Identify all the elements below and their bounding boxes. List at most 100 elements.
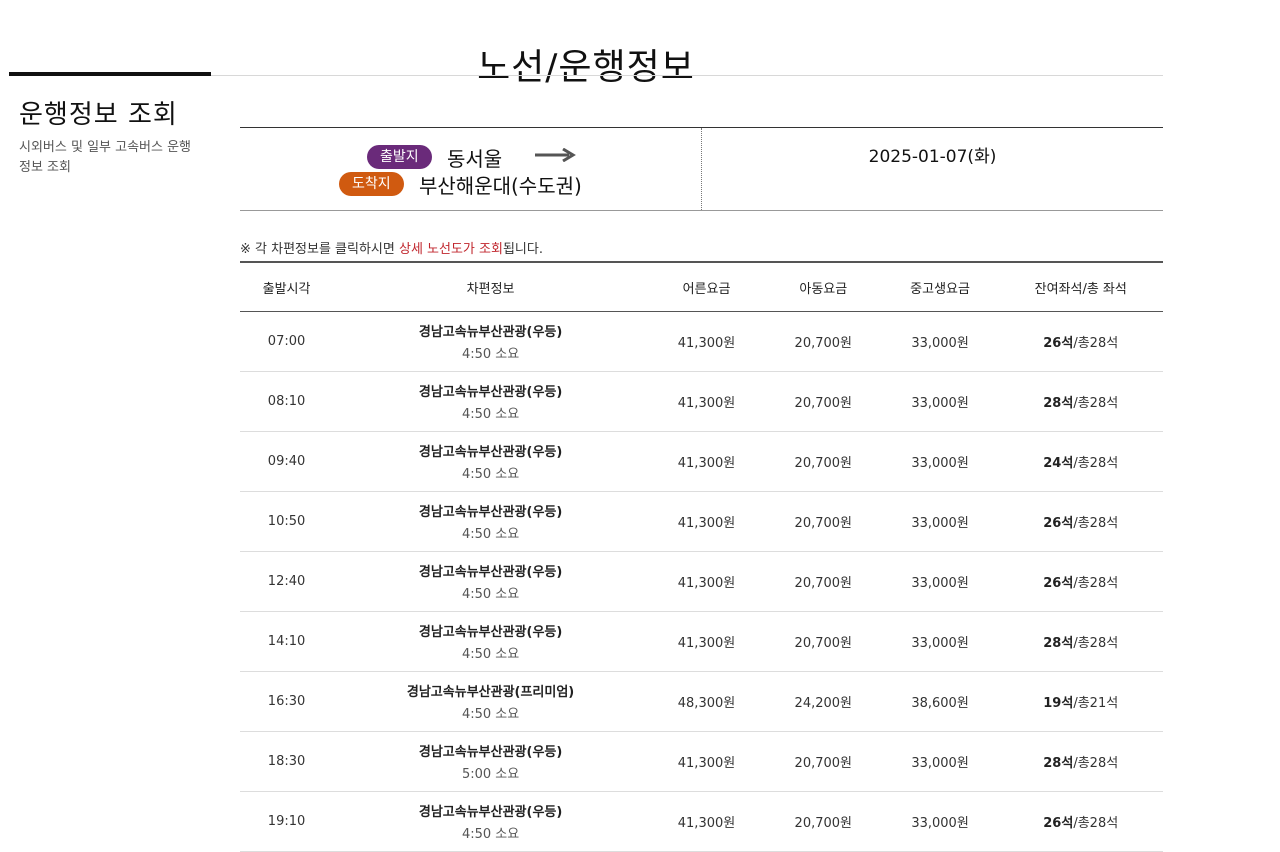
child-fare: 20,700원: [764, 371, 882, 432]
seats-cell: 19석/총21석: [998, 671, 1163, 732]
bus-info-cell[interactable]: 경남고속뉴부산관광(우등) 4:50 소요: [333, 551, 649, 612]
header-bus-info: 차편정보: [333, 261, 649, 312]
arrival-badge: 도착지: [339, 172, 404, 196]
bus-name[interactable]: 경남고속뉴부산관광(우등): [334, 501, 647, 520]
notice-suffix: 됩니다.: [502, 242, 543, 257]
seats-total: /총28석: [1073, 816, 1119, 831]
table-row[interactable]: 12:40 경남고속뉴부산관광(우등) 4:50 소요 41,300원 20,700원 3…: [240, 551, 1163, 612]
child-fare: 20,700원: [764, 791, 882, 852]
bus-name[interactable]: 경남고속뉴부산관광(우등): [334, 321, 647, 340]
seats-total: /총28석: [1073, 336, 1119, 351]
bus-info-cell[interactable]: 경남고속뉴부산관광(우등) 4:50 소요: [333, 311, 649, 372]
child-fare: 20,700원: [764, 731, 882, 792]
table-row[interactable]: 08:10 경남고속뉴부산관광(우등) 4:50 소요 41,300원 20,700원 3…: [240, 371, 1163, 432]
route-places: 출발지 동서울 도착지 부산해운대(수도권): [240, 128, 702, 210]
bus-info-cell[interactable]: 경남고속뉴부산관광(우등) 4:50 소요: [333, 611, 649, 672]
table-row[interactable]: 19:10 경남고속뉴부산관광(우등) 4:50 소요 41,300원 20,700원 3…: [240, 791, 1163, 852]
page-title: 노선/운행정보: [477, 47, 695, 89]
bus-info-cell[interactable]: 경남고속뉴부산관광(우등) 4:50 소요: [333, 791, 649, 852]
bus-duration: 4:50 소요: [461, 587, 520, 602]
teen-fare: 33,000원: [881, 791, 999, 852]
bus-info-cell[interactable]: 경남고속뉴부산관광(우등) 4:50 소요: [333, 371, 649, 432]
departure-time: 18:30: [240, 731, 334, 792]
teen-fare: 33,000원: [881, 551, 999, 612]
teen-fare: 33,000원: [881, 371, 999, 432]
departure-time: 07:00: [240, 311, 334, 372]
seats-cell: 28석/총28석: [998, 371, 1163, 432]
teen-fare: 33,000원: [881, 431, 999, 492]
adult-fare: 41,300원: [648, 371, 765, 432]
bus-name[interactable]: 경남고속뉴부산관광(우등): [334, 381, 647, 400]
table-row[interactable]: 09:40 경남고속뉴부산관광(우등) 4:50 소요 41,300원 20,700원 3…: [240, 431, 1163, 492]
bus-duration: 4:50 소요: [461, 467, 520, 482]
seats-total: /총21석: [1073, 696, 1119, 711]
notice-highlight: 상세 노선도가 조회: [398, 242, 503, 257]
seats-remaining: 28석: [1043, 636, 1074, 651]
adult-fare: 41,300원: [648, 491, 765, 552]
bus-info-cell[interactable]: 경남고속뉴부산관광(우등) 4:50 소요: [333, 491, 649, 552]
adult-fare: 41,300원: [648, 731, 765, 792]
teen-fare: 33,000원: [881, 731, 999, 792]
departure-time: 19:10: [240, 791, 334, 852]
timetable-header-row: 출발시각 차편정보 어른요금 아동요금 중고생요금 잔여좌석/총 좌석: [240, 261, 1163, 312]
adult-fare: 41,300원: [648, 791, 765, 852]
seats-cell: 26석/총28석: [998, 311, 1163, 372]
table-row[interactable]: 14:10 경남고속뉴부산관광(우등) 4:50 소요 41,300원 20,700원 3…: [240, 611, 1163, 672]
adult-fare: 41,300원: [648, 551, 765, 612]
table-row[interactable]: 07:00 경남고속뉴부산관광(우등) 4:50 소요 41,300원 20,700원 3…: [240, 311, 1163, 372]
teen-fare: 33,000원: [881, 311, 999, 372]
seats-total: /총28석: [1073, 516, 1119, 531]
departure-place: 동서울: [447, 147, 503, 171]
arrow-right-icon: [535, 148, 576, 162]
bus-name[interactable]: 경남고속뉴부산관광(우등): [334, 801, 647, 820]
departure-time: 08:10: [240, 371, 334, 432]
bus-name[interactable]: 경남고속뉴부산관광(우등): [334, 441, 647, 460]
seats-total: /총28석: [1073, 576, 1119, 591]
bus-name[interactable]: 경남고속뉴부산관광(우등): [334, 741, 647, 760]
seats-remaining: 26석: [1043, 336, 1074, 351]
seats-total: /총28석: [1073, 456, 1119, 471]
bus-name[interactable]: 경남고속뉴부산관광(우등): [334, 621, 647, 640]
notice-text: ※ 각 차편정보를 클릭하시면 상세 노선도가 조회됩니다.: [240, 238, 543, 257]
seats-total: /총28석: [1073, 756, 1119, 771]
child-fare: 20,700원: [764, 431, 882, 492]
table-row[interactable]: 16:30 경남고속뉴부산관광(프리미엄) 4:50 소요 48,300원 24,200…: [240, 671, 1163, 732]
child-fare: 24,200원: [764, 671, 882, 732]
table-row[interactable]: 10:50 경남고속뉴부산관광(우등) 4:50 소요 41,300원 20,700원 3…: [240, 491, 1163, 552]
bus-info-cell[interactable]: 경남고속뉴부산관광(우등) 4:50 소요: [333, 431, 649, 492]
adult-fare: 41,300원: [648, 431, 765, 492]
header-child-fare: 아동요금: [764, 261, 882, 312]
bus-duration: 4:50 소요: [461, 707, 520, 722]
timetable: 출발시각 차편정보 어른요금 아동요금 중고생요금 잔여좌석/총 좌석 07:0…: [240, 261, 1163, 852]
seats-cell: 26석/총28석: [998, 491, 1163, 552]
table-row[interactable]: 18:30 경남고속뉴부산관광(우등) 5:00 소요 41,300원 20,700원 3…: [240, 731, 1163, 792]
bus-name[interactable]: 경남고속뉴부산관광(우등): [334, 561, 647, 580]
teen-fare: 33,000원: [881, 491, 999, 552]
seats-total: /총28석: [1073, 636, 1119, 651]
title-underline-active: [9, 72, 211, 76]
seats-cell: 28석/총28석: [998, 731, 1163, 792]
title-underline: [211, 75, 1163, 76]
bus-name[interactable]: 경남고속뉴부산관광(프리미엄): [334, 681, 647, 700]
child-fare: 20,700원: [764, 551, 882, 612]
seats-remaining: 26석: [1043, 576, 1074, 591]
notice-prefix: ※ 각 차편정보를 클릭하시면: [240, 242, 399, 257]
seats-remaining: 28석: [1043, 396, 1074, 411]
seats-total: /총28석: [1073, 396, 1119, 411]
departure-time: 16:30: [240, 671, 334, 732]
seats-cell: 28석/총28석: [998, 611, 1163, 672]
departure-time: 14:10: [240, 611, 334, 672]
bus-info-cell[interactable]: 경남고속뉴부산관광(우등) 5:00 소요: [333, 731, 649, 792]
route-date-cell: 2025-01-07(화): [702, 128, 1163, 210]
adult-fare: 41,300원: [648, 611, 765, 672]
bus-duration: 4:50 소요: [461, 347, 520, 362]
route-summary: 출발지 동서울 도착지 부산해운대(수도권) 2025-01-07(화): [240, 127, 1163, 211]
seats-remaining: 26석: [1043, 516, 1074, 531]
bus-duration: 5:00 소요: [461, 767, 520, 782]
header-teen-fare: 중고생요금: [881, 261, 999, 312]
bus-info-cell[interactable]: 경남고속뉴부산관광(프리미엄) 4:50 소요: [333, 671, 649, 732]
seats-cell: 26석/총28석: [998, 551, 1163, 612]
seats-remaining: 26석: [1043, 816, 1074, 831]
route-date: 2025-01-07(화): [868, 147, 997, 167]
child-fare: 20,700원: [764, 491, 882, 552]
